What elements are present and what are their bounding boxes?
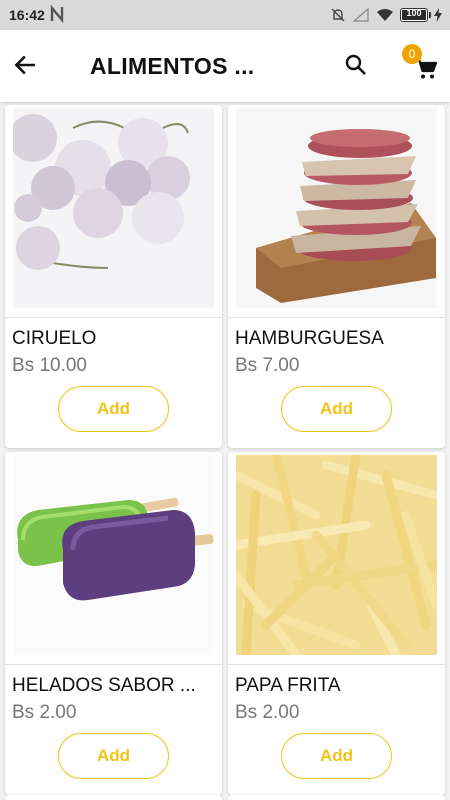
status-bar: 16:42 100 [0, 0, 450, 30]
product-name: CIRUELO [12, 328, 97, 349]
product-price: Bs 10.00 [12, 355, 87, 376]
search-icon[interactable] [344, 53, 368, 77]
arrow-left-icon[interactable] [12, 52, 38, 78]
product-grid: CIRUELO Bs 10.00 Add HAMBURGUESA Bs 7.00… [0, 102, 450, 800]
signal-icon [352, 8, 369, 22]
product-price: Bs 2.00 [235, 702, 300, 723]
product-image-burger-patties [236, 108, 437, 308]
add-button[interactable]: Add [58, 733, 169, 779]
cart-button[interactable]: 0 [402, 44, 442, 86]
mute-icon [331, 8, 345, 22]
battery-text: 100 [406, 8, 422, 18]
add-button[interactable]: Add [281, 386, 392, 432]
notification-n-icon [50, 5, 64, 23]
product-image-popsicles [13, 455, 214, 655]
charging-icon [434, 8, 442, 22]
product-card[interactable]: CIRUELO Bs 10.00 Add [5, 105, 222, 448]
product-image-frozen-plums [13, 108, 214, 308]
product-price: Bs 2.00 [12, 702, 77, 723]
cart-count-badge: 0 [402, 44, 422, 64]
status-time: 16:42 [9, 7, 45, 23]
app-bar: ALIMENTOS ... 0 [0, 30, 450, 102]
page-title: ALIMENTOS ... [90, 53, 255, 79]
wifi-icon [377, 9, 393, 21]
product-card-partial[interactable] [228, 795, 445, 800]
product-image-french-fries [236, 455, 437, 655]
add-button[interactable]: Add [281, 733, 392, 779]
product-name: HELADOS SABOR ... [12, 675, 196, 696]
product-name: HAMBURGUESA [235, 328, 384, 349]
product-card[interactable]: PAPA FRITA Bs 2.00 Add [228, 452, 445, 795]
add-button[interactable]: Add [58, 386, 169, 432]
status-icons: 100 [330, 5, 442, 25]
product-card[interactable]: HELADOS SABOR ... Bs 2.00 Add [5, 452, 222, 795]
product-card[interactable]: HAMBURGUESA Bs 7.00 Add [228, 105, 445, 448]
battery-icon: 100 [400, 8, 431, 22]
product-card-partial[interactable] [5, 795, 222, 800]
product-name: PAPA FRITA [235, 675, 341, 696]
product-price: Bs 7.00 [235, 355, 300, 376]
